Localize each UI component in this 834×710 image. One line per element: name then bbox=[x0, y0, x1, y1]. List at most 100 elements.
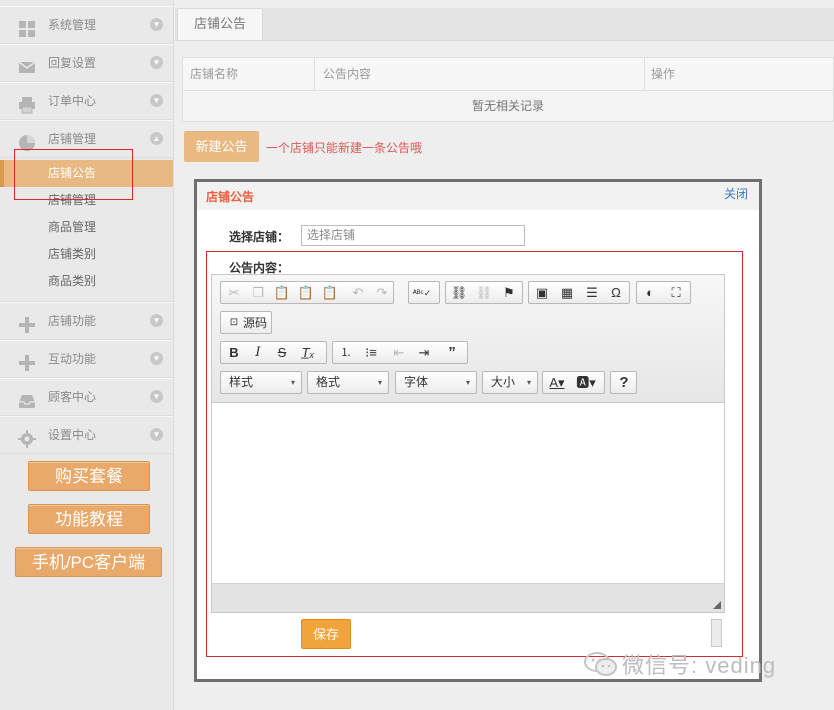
clipboard-group: ✂ ❐ 📋 📋 📋 ↶ ↷ bbox=[220, 281, 394, 304]
client-download-button[interactable]: 手机/PC客户端 bbox=[15, 547, 162, 577]
bold-icon[interactable]: B bbox=[223, 344, 245, 362]
column-header-shop-name: 店铺名称 bbox=[190, 67, 239, 81]
style-dropdown[interactable]: 样式 ▾ bbox=[220, 371, 302, 394]
italic-icon[interactable]: I bbox=[247, 344, 269, 362]
copy-icon[interactable]: ❐ bbox=[247, 284, 269, 302]
editor-content-area[interactable] bbox=[212, 403, 724, 582]
image-icon[interactable]: ▣ bbox=[531, 284, 553, 302]
submenu-item-shop-manage[interactable]: 店铺管理 bbox=[0, 187, 173, 214]
column-header-content: 公告内容 bbox=[323, 67, 372, 81]
sidebar-item-shop-functions[interactable]: 店铺功能 ▼ bbox=[0, 302, 173, 340]
column-header-actions: 操作 bbox=[651, 67, 676, 81]
scrollbar[interactable] bbox=[711, 619, 722, 647]
strike-icon[interactable]: S bbox=[271, 344, 293, 362]
pie-chart-icon bbox=[18, 130, 36, 151]
anchor-flag-icon[interactable]: ⚑ bbox=[498, 284, 520, 302]
text-color-icon[interactable]: A▾ bbox=[546, 374, 568, 392]
shop-select-label: 选择店铺： bbox=[229, 230, 290, 244]
dialog-header: 店铺公告 关闭 bbox=[197, 182, 759, 210]
size-dropdown[interactable]: 大小 ▾ bbox=[482, 371, 538, 394]
help-icon[interactable]: ? bbox=[613, 374, 635, 392]
editor-statusbar bbox=[212, 583, 724, 612]
sidebar-item-label: 店铺功能 bbox=[48, 314, 97, 328]
table-icon[interactable]: ▦ bbox=[556, 284, 578, 302]
sidebar-item-label: 设置中心 bbox=[48, 428, 97, 442]
notice-dialog: 店铺公告 关闭 选择店铺： 选择店铺 公告内容： ✂ ❐ 📋 📋 📋 ↶ ↷ ᴬ… bbox=[194, 179, 762, 682]
basic-style-group: B I S T̲ₓ bbox=[220, 341, 327, 364]
horizontal-rule-icon[interactable]: ☰ bbox=[581, 284, 603, 302]
tab-shop-notice[interactable]: 店铺公告 bbox=[177, 8, 263, 40]
format-dropdown-label: 格式 bbox=[316, 375, 341, 389]
spellcheck-icon[interactable]: ᴬᴮᶜ✓ bbox=[411, 284, 433, 302]
indent-icon[interactable]: ⇥ bbox=[413, 344, 435, 362]
chevron-down-icon: ▼ bbox=[150, 428, 163, 441]
background-color-icon[interactable]: 🅰▾ bbox=[575, 374, 597, 392]
watermark-text: 微信号: veding bbox=[622, 653, 777, 678]
font-dropdown[interactable]: 字体 ▾ bbox=[395, 371, 477, 394]
close-link[interactable]: 关闭 bbox=[724, 179, 748, 209]
plus-icon bbox=[18, 312, 36, 333]
shop-submenu: 店铺公告 店铺管理 商品管理 店铺类别 商品类别 bbox=[0, 158, 173, 302]
resize-handle-icon[interactable] bbox=[713, 601, 721, 609]
numbered-list-icon[interactable]: ⒈ bbox=[335, 344, 357, 362]
sidebar-item-customers[interactable]: 顾客中心 ▼ bbox=[0, 378, 173, 416]
rich-text-editor: ✂ ❐ 📋 📋 📋 ↶ ↷ ᴬᴮᶜ✓ ⛓ ⛓ ⚑ ▣ ▦ ☰ Ω ◐ ⛶ ⊡ 源… bbox=[211, 274, 725, 613]
envelope-icon bbox=[18, 54, 36, 73]
view-group: ◐ ⛶ bbox=[636, 281, 691, 304]
watermark: 微信号: veding bbox=[584, 648, 776, 683]
sidebar: 系统管理 ▼ 回复设置 ▼ 订单中心 ▼ 店铺管理 ▲ 店铺公告 店铺管理 商品… bbox=[0, 0, 174, 710]
sidebar-item-reply[interactable]: 回复设置 ▼ bbox=[0, 44, 173, 82]
size-dropdown-label: 大小 bbox=[491, 375, 516, 389]
link-group: ⛓ ⛓ ⚑ bbox=[445, 281, 523, 304]
submenu-item-product-manage[interactable]: 商品管理 bbox=[0, 214, 173, 241]
cut-icon[interactable]: ✂ bbox=[223, 284, 245, 302]
shop-select-input[interactable]: 选择店铺 bbox=[301, 225, 525, 246]
printer-icon bbox=[18, 92, 36, 114]
bullet-list-icon[interactable]: ⁝≡ bbox=[360, 344, 382, 362]
link-icon[interactable]: ⛓ bbox=[448, 284, 470, 302]
redo-icon[interactable]: ↷ bbox=[371, 284, 393, 302]
format-dropdown[interactable]: 格式 ▾ bbox=[307, 371, 389, 394]
table-header: 店铺名称 公告内容 操作 bbox=[183, 58, 833, 91]
sidebar-item-interaction[interactable]: 互动功能 ▼ bbox=[0, 340, 173, 378]
maximize-icon[interactable]: ⛶ bbox=[665, 284, 687, 302]
blockquote-icon[interactable]: ” bbox=[441, 344, 463, 362]
paragraph-group: ⒈ ⁝≡ ⇤ ⇥ ” bbox=[332, 341, 468, 364]
chevron-down-icon: ▼ bbox=[150, 56, 163, 69]
sidebar-item-shop-management[interactable]: 店铺管理 ▲ bbox=[0, 120, 173, 158]
sidebar-item-settings[interactable]: 设置中心 ▼ bbox=[0, 416, 173, 454]
outdent-icon[interactable]: ⇤ bbox=[388, 344, 410, 362]
paste-word-icon[interactable]: 📋 bbox=[319, 284, 341, 302]
submenu-item-product-category[interactable]: 商品类别 bbox=[0, 268, 173, 295]
sidebar-item-system[interactable]: 系统管理 ▼ bbox=[0, 6, 173, 44]
sidebar-item-label: 店铺管理 bbox=[48, 132, 97, 146]
sidebar-item-orders[interactable]: 订单中心 ▼ bbox=[0, 82, 173, 120]
source-label: 源码 bbox=[243, 316, 268, 330]
color-group: A▾ 🅰▾ bbox=[542, 371, 605, 394]
buy-package-button[interactable]: 购买套餐 bbox=[28, 461, 150, 491]
sidebar-menu: 系统管理 ▼ 回复设置 ▼ 订单中心 ▼ 店铺管理 ▲ 店铺公告 店铺管理 商品… bbox=[0, 6, 173, 454]
tutorial-button[interactable]: 功能教程 bbox=[28, 504, 150, 534]
chevron-down-icon: ▼ bbox=[150, 94, 163, 107]
notice-table: 店铺名称 公告内容 操作 暂无相关记录 bbox=[182, 57, 834, 122]
source-icon: ⊡ bbox=[229, 317, 239, 328]
submenu-item-shop-notice[interactable]: 店铺公告 bbox=[0, 160, 173, 187]
sidebar-item-label: 顾客中心 bbox=[48, 390, 97, 404]
chevron-down-icon: ▼ bbox=[150, 18, 163, 31]
paste-icon[interactable]: 📋 bbox=[271, 284, 293, 302]
new-notice-button[interactable]: 新建公告 bbox=[184, 131, 259, 162]
save-button[interactable]: 保存 bbox=[301, 619, 351, 649]
preview-icon[interactable]: ◐ bbox=[639, 284, 661, 302]
remove-format-icon[interactable]: T̲ₓ bbox=[297, 344, 319, 362]
submenu-item-shop-category[interactable]: 店铺类别 bbox=[0, 241, 173, 268]
special-char-icon[interactable]: Ω bbox=[605, 284, 627, 302]
source-group[interactable]: ⊡ 源码 bbox=[220, 311, 272, 334]
caret-down-icon: ▾ bbox=[377, 378, 382, 387]
unlink-icon[interactable]: ⛓ bbox=[473, 284, 495, 302]
caret-down-icon: ▾ bbox=[290, 378, 295, 387]
undo-icon[interactable]: ↶ bbox=[347, 284, 369, 302]
sidebar-item-label: 互动功能 bbox=[48, 352, 97, 366]
paste-text-icon[interactable]: 📋 bbox=[295, 284, 317, 302]
style-dropdown-label: 样式 bbox=[229, 375, 254, 389]
chevron-down-icon: ▼ bbox=[150, 314, 163, 327]
